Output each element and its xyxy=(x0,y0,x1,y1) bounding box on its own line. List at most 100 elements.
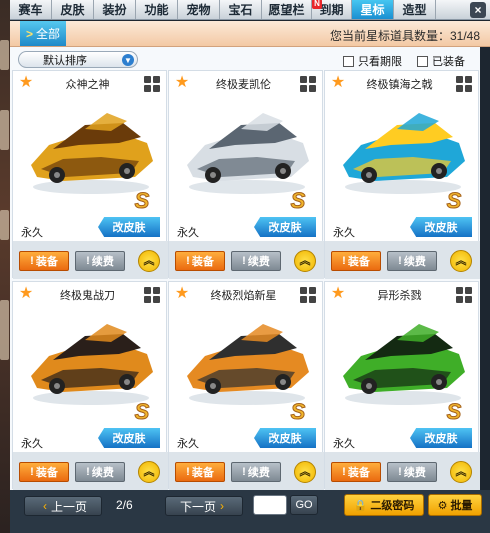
grid-view-icon[interactable] xyxy=(144,76,160,92)
tab-starred[interactable]: 星标 xyxy=(352,0,394,19)
go-button[interactable]: GO xyxy=(290,495,318,515)
star-icon[interactable]: ★ xyxy=(329,285,347,303)
tab-styling[interactable]: 造型 xyxy=(394,0,436,19)
gear-icon: ⚙ xyxy=(437,499,448,512)
grid-view-icon[interactable] xyxy=(456,76,472,92)
password-label: 二级密码 xyxy=(370,500,415,512)
tab-label: 星标 xyxy=(360,3,385,17)
grid-view-icon[interactable] xyxy=(300,287,316,303)
alert-icon: ! xyxy=(242,255,246,267)
equip-button[interactable]: ! 装备 xyxy=(175,251,225,271)
skin-modify-tag[interactable]: 改皮肤 xyxy=(410,217,472,237)
renew-label: 续费 xyxy=(403,467,426,479)
star-icon[interactable]: ★ xyxy=(17,285,35,303)
card-actions: ! 装备 ! 续费 ︽ xyxy=(169,241,324,279)
grade-badge: S xyxy=(446,188,462,213)
checkbox-box[interactable] xyxy=(343,55,354,67)
equip-button[interactable]: ! 装备 xyxy=(331,251,381,271)
alert-icon: ! xyxy=(342,255,346,267)
item-name: 异形杀戮 xyxy=(377,290,422,302)
renew-button[interactable]: ! 续费 xyxy=(231,251,281,271)
tab-function[interactable]: 功能 xyxy=(136,0,178,19)
close-icon[interactable]: × xyxy=(470,2,486,18)
grid-view-icon[interactable] xyxy=(456,287,472,303)
prev-page-button[interactable]: ‹ 上一页 xyxy=(24,496,102,516)
card-actions: ! 装备 ! 续费 ︽ xyxy=(325,241,480,279)
tab-race-car[interactable]: 赛车 xyxy=(10,0,52,19)
batch-button[interactable]: ⚙ 批量 xyxy=(428,494,482,516)
tab-gem[interactable]: 宝石 xyxy=(220,0,262,19)
equip-button[interactable]: ! 装备 xyxy=(19,251,69,271)
secondary-password-button[interactable]: 🔒 二级密码 xyxy=(344,494,424,516)
filter-label: 全部 xyxy=(36,27,61,41)
alert-icon: ! xyxy=(86,255,90,267)
renew-button[interactable]: ! 续费 xyxy=(231,462,281,482)
skin-modify-tag[interactable]: 改皮肤 xyxy=(254,428,316,448)
item-card[interactable]: ★ 终极镇海之戟 S 永久 改皮肤 ! 装备 ! 续费 ︽ xyxy=(324,70,480,279)
upgrade-button[interactable]: ︽ xyxy=(294,461,316,483)
duration-text: 永久 xyxy=(333,438,355,450)
car-image xyxy=(343,113,465,194)
tab-skin[interactable]: 皮肤 xyxy=(52,0,94,19)
alert-icon: ! xyxy=(242,466,246,478)
equip-button[interactable]: ! 装备 xyxy=(19,462,69,482)
item-card[interactable]: ★ 终极麦凯伦 S 永久 改皮肤 ! 装备 ! 续费 ︽ xyxy=(168,70,324,279)
upgrade-button[interactable]: ︽ xyxy=(450,250,472,272)
side-label xyxy=(0,300,9,360)
duration-text: 永久 xyxy=(177,227,199,239)
tab-label: 宠物 xyxy=(186,3,211,17)
skin-modify-tag[interactable]: 改皮肤 xyxy=(98,217,160,237)
renew-button[interactable]: ! 续费 xyxy=(75,251,125,271)
grade-badge: S xyxy=(290,188,306,213)
page-number-input[interactable] xyxy=(253,495,287,515)
chevron-right-icon: > xyxy=(26,26,34,41)
car-image xyxy=(31,113,153,194)
renew-button[interactable]: ! 续费 xyxy=(387,462,437,482)
renew-button[interactable]: ! 续费 xyxy=(75,462,125,482)
sub-header: > 全部 您当前星标道具数量：31/48 xyxy=(10,21,490,47)
tab-wishlist[interactable]: 愿望栏 xyxy=(262,0,312,19)
equipped-checkbox[interactable]: 已装备 xyxy=(417,53,465,69)
upgrade-button[interactable]: ︽ xyxy=(138,250,160,272)
item-card[interactable]: ★ 终极烈焰新星 S 永久 改皮肤 ! 装备 ! 续费 ︽ xyxy=(168,281,324,490)
alert-icon: ! xyxy=(86,466,90,478)
item-card[interactable]: ★ 异形杀戮 S 永久 改皮肤 ! 装备 ! 续费 ︽ xyxy=(324,281,480,490)
upgrade-button[interactable]: ︽ xyxy=(450,461,472,483)
star-icon[interactable]: ★ xyxy=(173,285,191,303)
item-card[interactable]: ★ 众神之神 S 永久 改皮肤 ! 装备 ! 续费 ︽ xyxy=(12,70,168,279)
skin-modify-tag[interactable]: 改皮肤 xyxy=(410,428,472,448)
expiring-only-checkbox[interactable]: 只看期限 xyxy=(343,53,402,69)
filter-all-button[interactable]: > 全部 xyxy=(20,21,67,46)
equip-button[interactable]: ! 装备 xyxy=(175,462,225,482)
alert-icon: ! xyxy=(398,255,402,267)
tab-label: 赛车 xyxy=(18,3,43,17)
skin-modify-tag[interactable]: 改皮肤 xyxy=(98,428,160,448)
next-label: 下一页 xyxy=(179,499,216,514)
upgrade-button[interactable]: ︽ xyxy=(138,461,160,483)
next-page-button[interactable]: 下一页 › xyxy=(165,496,243,516)
grid-view-icon[interactable] xyxy=(144,287,160,303)
item-card[interactable]: ★ 终极鬼战刀 S 永久 改皮肤 ! 装备 ! 续费 ︽ xyxy=(12,281,168,490)
skin-modify-tag[interactable]: 改皮肤 xyxy=(254,217,316,237)
star-icon[interactable]: ★ xyxy=(173,74,191,92)
duration-text: 永久 xyxy=(21,438,43,450)
tab-outfit[interactable]: 装扮 xyxy=(94,0,136,19)
renew-label: 续费 xyxy=(403,256,426,268)
renew-button[interactable]: ! 续费 xyxy=(387,251,437,271)
chevron-right-icon: › xyxy=(220,499,224,513)
checkbox-box[interactable] xyxy=(417,55,428,67)
equip-button[interactable]: ! 装备 xyxy=(331,462,381,482)
item-name: 众神之神 xyxy=(65,79,110,91)
star-icon[interactable]: ★ xyxy=(329,74,347,92)
sort-dropdown[interactable]: 默认排序 ▼ xyxy=(18,51,138,68)
equip-label: 装备 xyxy=(35,256,58,268)
tab-label: 宝石 xyxy=(228,3,253,17)
grade-badge: S xyxy=(134,399,150,424)
tab-expiring[interactable]: N 到期 xyxy=(312,0,352,19)
upgrade-button[interactable]: ︽ xyxy=(294,250,316,272)
sort-selected-value: 默认排序 xyxy=(43,54,87,67)
card-actions: ! 装备 ! 续费 ︽ xyxy=(13,241,168,279)
star-icon[interactable]: ★ xyxy=(17,74,35,92)
grid-view-icon[interactable] xyxy=(300,76,316,92)
tab-pet[interactable]: 宠物 xyxy=(178,0,220,19)
